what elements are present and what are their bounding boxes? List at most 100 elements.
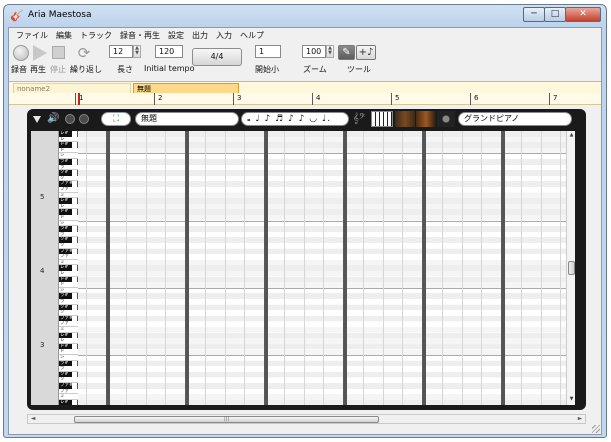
record-button[interactable] [13,45,29,61]
scroll-left-arrow[interactable]: ◄ [28,415,38,424]
beat-line [283,131,285,405]
measure-line [343,131,347,405]
piano-editor-icon[interactable] [371,111,393,127]
play-label: 再生 [30,65,46,74]
beat-line [244,131,246,405]
measure-number: 3 [233,93,312,105]
measure-line [264,131,268,405]
measure-line [422,131,426,405]
length-label: 長さ [117,65,133,74]
minimize-button[interactable]: ─ [523,7,545,22]
measure-line [501,131,505,405]
note-grid[interactable] [78,131,575,405]
length-input[interactable]: 12 [109,45,133,58]
piano-keyboard: 5 4 3 レ# レド# ドシラ# ラソ# ソファ# ファミレ# レド# ドシラ# ラソ# ソファ… [31,131,78,405]
measure-line [106,131,110,405]
vertical-scroll-thumb[interactable] [568,261,575,275]
octave-number: 4 [40,267,45,275]
drum-editor-icon[interactable] [437,111,455,127]
title-bar[interactable]: 🎸 Aria Maestosa ─ □ ✕ [4,5,606,27]
beat-line [86,131,88,405]
menu-edit[interactable]: 編集 [52,28,76,42]
guitar-editor-icon[interactable] [395,111,415,127]
start-measure-input[interactable]: 1 [255,45,281,58]
beat-line [323,131,325,405]
bass-editor-icon[interactable] [416,111,436,127]
scroll-down-arrow[interactable]: ▼ [568,396,575,404]
client-area: ファイル 編集 トラック 録音・再生 設定 出力 入力 ヘルプ 録音 再生 停止… [8,27,602,435]
add-note-tool-icon[interactable]: +♪ [356,45,376,60]
horizontal-scroll-thumb[interactable]: ||| [74,416,379,423]
caption-buttons: ─ □ ✕ [523,7,601,22]
length-stepper[interactable]: ▲ ▼ [133,45,141,58]
menu-track[interactable]: トラック [76,28,116,42]
play-button[interactable] [33,45,47,61]
tempo-input[interactable]: 120 [155,45,183,58]
beat-line [520,131,522,405]
menu-output[interactable]: 出力 [188,28,212,42]
measure-number: 1 [75,93,154,105]
resize-grip[interactable] [592,425,600,433]
measure-number: 4 [312,93,391,105]
beat-line [145,131,147,405]
measure-ruler[interactable]: 1 2 3 4 5 6 7 [9,93,601,105]
volume-icon[interactable]: 🔊 [47,112,59,126]
solo-toggle[interactable] [79,114,89,124]
loop-icon[interactable]: ⟳ [75,45,93,61]
menu-input[interactable]: 入力 [212,28,236,42]
close-button[interactable]: ✕ [565,7,601,22]
measure-number: 6 [470,93,549,105]
sequence-tab-strip: noname2 無題 [9,81,601,94]
beat-line [125,131,127,405]
beat-line [540,131,542,405]
menu-help[interactable]: ヘルプ [236,28,268,42]
beat-line [303,131,305,405]
track-header: 🔊 ⛶ 無題 𝅝 ♩ ♪ ♬ ♪ ♪ ◡ ♩. 𝄞𝄢 グランドピアノ [27,109,586,129]
beat-line [204,131,206,405]
measure-line [185,131,189,405]
vertical-scrollbar[interactable]: ▲ ▼ [566,131,575,405]
start-measure-label: 開始小 [255,65,279,74]
tool-label: ツール [347,65,371,74]
menu-record-play[interactable]: 録音・再生 [116,28,164,42]
menu-file[interactable]: ファイル [12,28,52,42]
measure-number: 7 [549,93,603,105]
piano-keys[interactable]: レ# レド# ドシラ# ラソ# ソファ# ファミレ# レド# ドシラ# ラソ# ソファ# ファミレ#… [59,131,78,405]
zoom-input[interactable]: 100 [302,45,326,58]
menu-settings[interactable]: 設定 [164,28,188,42]
record-label: 録音 [11,65,27,74]
beat-line [481,131,483,405]
toolbar: 録音 再生 停止 ⟳ 繰り返し 12 ▲ ▼ 長さ 120 Initial tem… [9,42,601,74]
beat-line [441,131,443,405]
zoom-label: ズーム [303,65,327,74]
scroll-right-arrow[interactable]: ► [575,415,585,424]
horizontal-scrollbar[interactable]: ◄ ||| ► [27,414,586,424]
zoom-stepper[interactable]: ▲ ▼ [326,45,334,58]
pencil-tool-icon[interactable]: ✎ [338,45,355,60]
track-name-field[interactable]: 無題 [135,112,239,126]
application-window: 🎸 Aria Maestosa ─ □ ✕ ファイル 編集 トラック 録音・再生… [3,4,607,438]
stop-button[interactable] [52,46,65,59]
loop-label: 繰り返し [70,65,102,74]
clef-icon[interactable]: 𝄞𝄢 [353,112,365,126]
piano-key[interactable]: レ# [59,399,72,405]
stop-label: 停止 [50,65,66,74]
dock-icon[interactable]: ⛶ [101,112,131,126]
playhead-marker[interactable] [78,93,80,105]
maximize-button[interactable]: □ [544,7,566,22]
piano-roll: 5 4 3 レ# レド# ドシラ# ラソ# ソファ# ファミレ# レド# ドシラ# ラソ# ソファ… [31,131,575,405]
track-panel: 🔊 ⛶ 無題 𝅝 ♩ ♪ ♬ ♪ ♪ ◡ ♩. 𝄞𝄢 グランドピアノ 5 4 3… [27,109,586,410]
measure-number: 5 [391,93,470,105]
collapse-icon[interactable] [33,116,41,123]
time-signature-button[interactable]: 4/4 [192,48,242,66]
note-duration-selector[interactable]: 𝅝 ♩ ♪ ♬ ♪ ♪ ◡ ♩. [241,112,349,126]
tempo-label: Initial tempo [144,64,195,73]
beat-line [560,131,562,405]
beat-line [402,131,404,405]
scroll-up-arrow[interactable]: ▲ [568,132,575,140]
beat-line [461,131,463,405]
mute-toggle[interactable] [65,114,75,124]
beat-line [165,131,167,405]
beat-line [362,131,364,405]
instrument-field[interactable]: グランドピアノ [458,112,572,126]
